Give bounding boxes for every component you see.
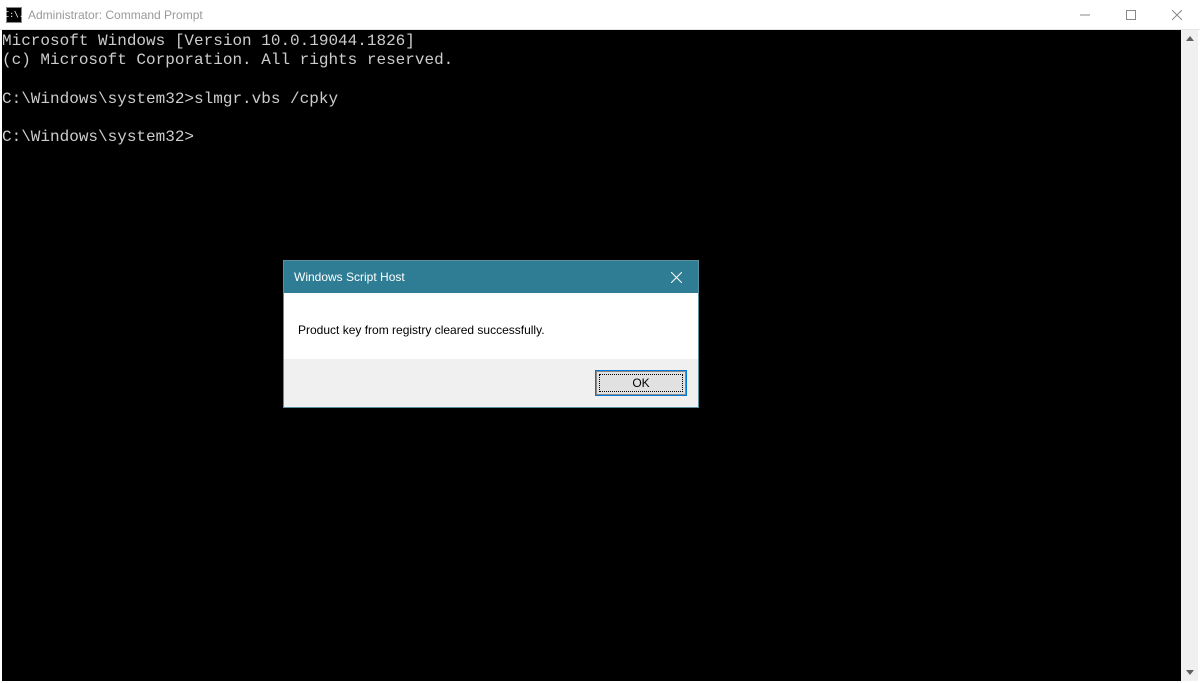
cmd-icon: C:\. — [6, 7, 22, 23]
dialog-close-button[interactable] — [654, 261, 698, 293]
script-host-dialog: Windows Script Host Product key from reg… — [283, 260, 699, 408]
window-title: Administrator: Command Prompt — [28, 8, 1062, 22]
dialog-title: Windows Script Host — [294, 270, 654, 284]
maximize-button[interactable] — [1108, 0, 1154, 29]
minimize-button[interactable] — [1062, 0, 1108, 29]
window-controls — [1062, 0, 1200, 29]
scroll-down-arrow[interactable] — [1181, 664, 1198, 681]
window-titlebar: C:\. Administrator: Command Prompt — [0, 0, 1200, 30]
dialog-button-row: OK — [284, 359, 698, 407]
scroll-up-arrow[interactable] — [1181, 30, 1198, 47]
vertical-scrollbar[interactable] — [1181, 30, 1198, 681]
ok-button[interactable]: OK — [596, 371, 686, 395]
dialog-message: Product key from registry cleared succes… — [284, 293, 698, 359]
close-button[interactable] — [1154, 0, 1200, 29]
dialog-titlebar[interactable]: Windows Script Host — [284, 261, 698, 293]
